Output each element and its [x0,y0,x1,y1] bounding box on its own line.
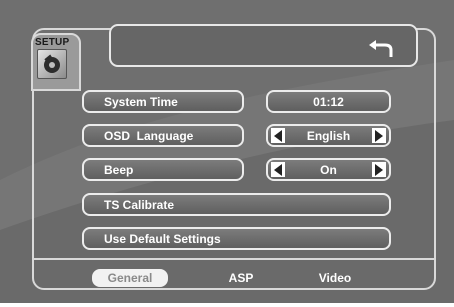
arrow-right-icon[interactable] [372,128,386,143]
system-time-text: 01:12 [313,94,344,109]
menu-item-label: Beep [104,162,134,177]
menu-item-system-time[interactable]: System Time [82,90,244,113]
setup-screen: SETUP System Time OSD Language Beep TS C… [0,0,454,303]
system-time-value[interactable]: 01:12 [266,90,391,113]
tab-label: General [107,271,153,285]
disc-settings-icon [37,49,67,79]
menu-item-use-default-settings[interactable]: Use Default Settings [82,227,391,250]
tab-label: ASP [228,271,254,285]
setup-label: SETUP [35,37,70,48]
menu-item-osd-language[interactable]: OSD Language [82,124,244,147]
return-arrow-icon[interactable] [367,38,395,65]
osd-language-selector[interactable]: English [266,124,391,147]
menu-item-label: OSD Language [104,128,194,143]
menu-item-label: TS Calibrate [104,197,175,212]
beep-selector[interactable]: On [266,158,391,181]
menu-item-ts-calibrate[interactable]: TS Calibrate [82,193,391,216]
tab-asp[interactable]: ASP [216,269,266,287]
beep-value: On [320,162,337,177]
menu-item-label: System Time [104,94,178,109]
tab-general[interactable]: General [92,269,168,287]
menu-item-beep[interactable]: Beep [82,158,244,181]
menu-item-label: Use Default Settings [104,231,221,246]
arrow-left-icon[interactable] [271,162,285,177]
tab-label: Video [318,271,352,285]
arrow-left-icon[interactable] [271,128,285,143]
tab-video[interactable]: Video [306,269,364,287]
arrow-right-icon[interactable] [372,162,386,177]
osd-language-value: English [306,128,351,143]
